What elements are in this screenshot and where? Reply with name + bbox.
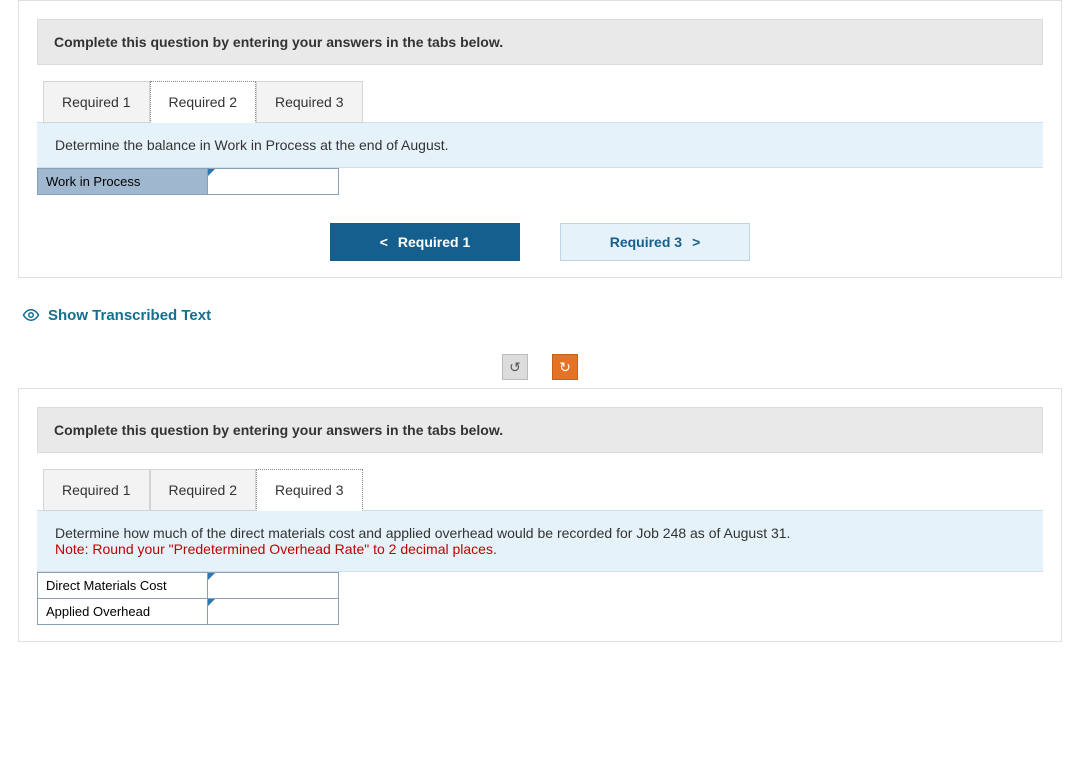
- tab-required-1[interactable]: Required 1: [43, 469, 150, 511]
- prev-label: Required 1: [398, 234, 470, 250]
- input-cell: [208, 573, 339, 599]
- eye-icon: [22, 306, 40, 324]
- instruction-text: Complete this question by entering your …: [37, 19, 1043, 65]
- tab-required-2[interactable]: Required 2: [150, 469, 257, 511]
- tab-required-3[interactable]: Required 3: [256, 81, 363, 123]
- row-label: Work in Process: [38, 169, 208, 195]
- redo-icon: ↻: [559, 359, 571, 376]
- work-in-process-input[interactable]: [208, 169, 338, 194]
- editable-mark-icon: [208, 169, 215, 176]
- row-label: Applied Overhead: [38, 599, 208, 625]
- direct-materials-input[interactable]: [208, 573, 338, 598]
- applied-overhead-input[interactable]: [208, 599, 338, 624]
- tab-required-2[interactable]: Required 2: [150, 81, 257, 123]
- row-label: Direct Materials Cost: [38, 573, 208, 599]
- table-row: Direct Materials Cost: [38, 573, 339, 599]
- answer-table: Direct Materials Cost Applied Overhead: [37, 572, 339, 625]
- tab-required-3[interactable]: Required 3: [256, 469, 363, 511]
- editable-mark-icon: [208, 599, 215, 606]
- input-cell: [208, 169, 339, 195]
- next-button[interactable]: Required 3 >: [560, 223, 750, 261]
- chevron-left-icon: <: [380, 234, 388, 250]
- table-row: Applied Overhead: [38, 599, 339, 625]
- question-text: Determine the balance in Work in Process…: [37, 122, 1043, 168]
- tabs: Required 1 Required 2 Required 3: [43, 81, 1061, 122]
- instruction-text: Complete this question by entering your …: [37, 407, 1043, 453]
- editable-mark-icon: [208, 573, 215, 580]
- question-panel-2: Complete this question by entering your …: [18, 388, 1062, 642]
- answer-table: Work in Process: [37, 168, 339, 195]
- chevron-right-icon: >: [692, 234, 700, 250]
- question-panel-1: Complete this question by entering your …: [18, 0, 1062, 278]
- undo-redo-bar: ↺ ↻: [0, 354, 1080, 380]
- table-row: Work in Process: [38, 169, 339, 195]
- undo-icon: ↺: [509, 359, 521, 376]
- question-note: Note: Round your "Predetermined Overhead…: [55, 541, 497, 557]
- question-text: Determine how much of the direct materia…: [37, 510, 1043, 572]
- question-main: Determine how much of the direct materia…: [55, 525, 790, 541]
- undo-button[interactable]: ↺: [502, 354, 528, 380]
- next-label: Required 3: [610, 234, 682, 250]
- tabs: Required 1 Required 2 Required 3: [43, 469, 1061, 510]
- nav-buttons: < Required 1 Required 3 >: [19, 223, 1061, 261]
- redo-button[interactable]: ↻: [552, 354, 578, 380]
- show-transcribed-label: Show Transcribed Text: [48, 307, 211, 324]
- tab-required-1[interactable]: Required 1: [43, 81, 150, 123]
- input-cell: [208, 599, 339, 625]
- show-transcribed-button[interactable]: Show Transcribed Text: [22, 306, 211, 324]
- prev-button[interactable]: < Required 1: [330, 223, 520, 261]
